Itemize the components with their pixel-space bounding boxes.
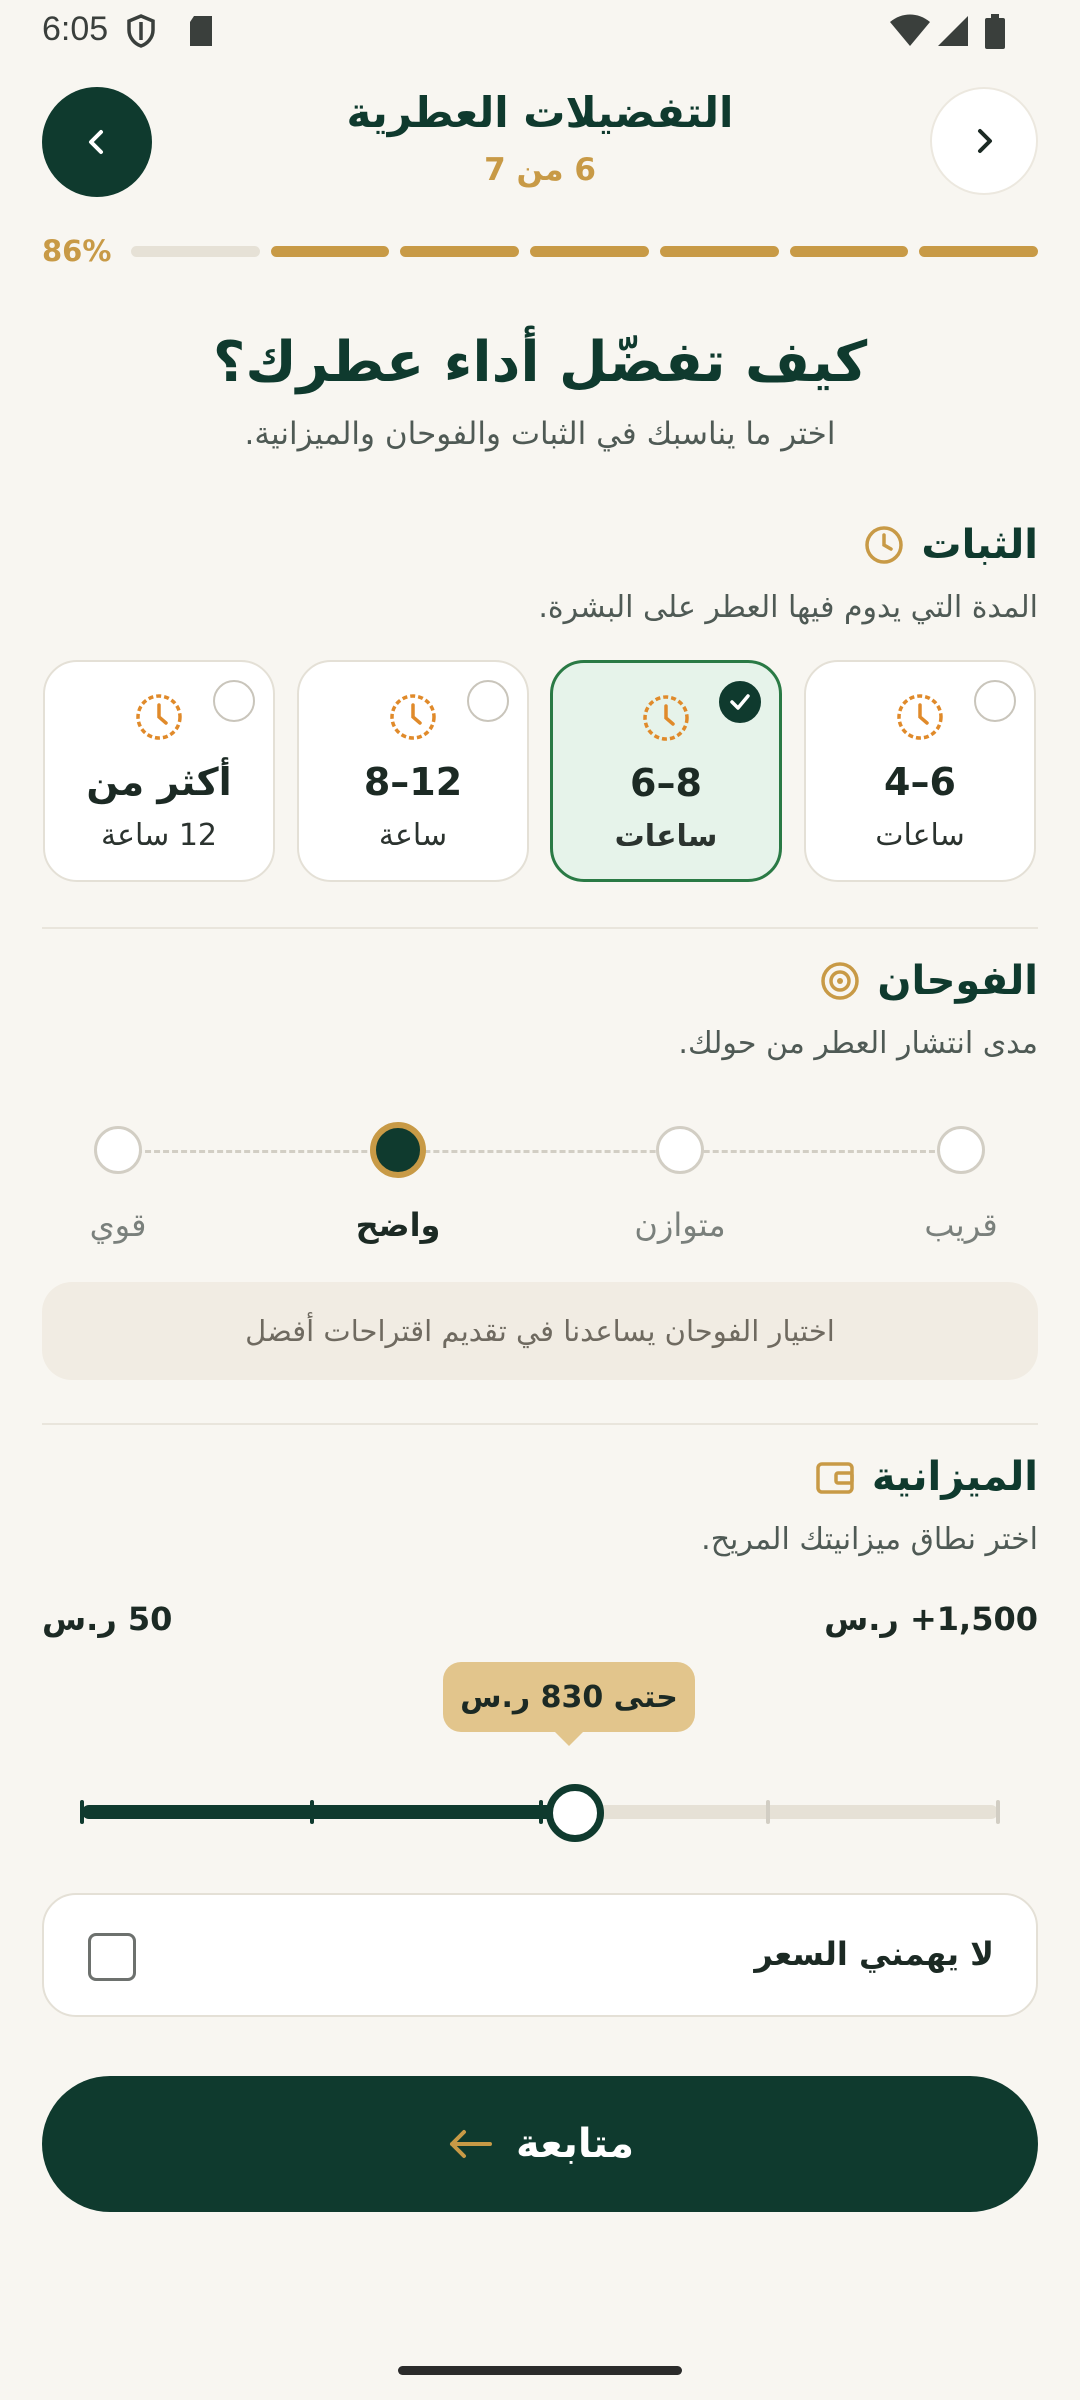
continue-button[interactable]: متابعة bbox=[42, 2076, 1038, 2212]
sillage-label-strong[interactable]: قوي bbox=[18, 1206, 218, 1244]
slider-tick bbox=[766, 1800, 770, 1824]
sillage-stop-noticeable[interactable] bbox=[370, 1122, 426, 1178]
longevity-option-value: 4–6 bbox=[884, 760, 956, 804]
signal-icon bbox=[938, 16, 968, 46]
longevity-option-unit: ساعة bbox=[378, 818, 448, 853]
longevity-option-value: 8–12 bbox=[363, 760, 463, 804]
clock-icon bbox=[390, 694, 436, 740]
back-button[interactable] bbox=[42, 87, 152, 197]
clock-icon bbox=[643, 695, 689, 741]
page-title: التفضيلات العطرية bbox=[346, 88, 734, 137]
radio-indicator bbox=[467, 680, 509, 722]
chevron-right-icon bbox=[978, 129, 992, 153]
battery-icon bbox=[985, 14, 1005, 49]
longevity-title: الثبات bbox=[921, 522, 1038, 568]
progress-segment bbox=[131, 246, 260, 257]
progress-segment bbox=[530, 246, 649, 257]
clock-icon bbox=[136, 694, 182, 740]
no-price-label: لا يهمني السعر bbox=[754, 1935, 994, 1973]
no-price-preference-option[interactable]: لا يهمني السعر bbox=[42, 1893, 1038, 2017]
budget-section-title: الميزانية bbox=[814, 1454, 1038, 1500]
sillage-stop-close[interactable] bbox=[937, 1126, 985, 1174]
clock-icon bbox=[865, 526, 904, 564]
sd-card-icon bbox=[190, 16, 212, 46]
radio-indicator bbox=[213, 680, 255, 722]
budget-value-tooltip: حتى 830 ر.س bbox=[443, 1662, 695, 1746]
continue-label: متابعة bbox=[516, 2121, 634, 2167]
status-bar: 6:05 bbox=[0, 0, 1080, 64]
budget-min-label: 50 ر.س bbox=[42, 1600, 173, 1638]
radio-indicator bbox=[974, 680, 1016, 722]
budget-max-label: 1,500+ ر.س bbox=[824, 1600, 1038, 1638]
progress-segment bbox=[919, 246, 1038, 257]
progress-segment bbox=[790, 246, 908, 257]
longevity-option-unit: ساعات bbox=[875, 818, 965, 853]
arrow-left-icon bbox=[450, 2130, 493, 2158]
longevity-option-value: أكثر من bbox=[86, 760, 232, 804]
question-title: كيف تفضّل أداء عطرك؟ bbox=[212, 330, 868, 395]
target-icon bbox=[821, 962, 860, 1000]
sillage-label-noticeable[interactable]: واضح bbox=[298, 1206, 498, 1244]
home-indicator bbox=[398, 2366, 682, 2375]
wallet-icon bbox=[816, 1462, 854, 1494]
longevity-option-unit: 12 ساعة bbox=[101, 818, 217, 853]
check-icon bbox=[730, 694, 750, 710]
sillage-title: الفوحان bbox=[877, 958, 1038, 1004]
clock-icon bbox=[897, 694, 943, 740]
section-divider bbox=[42, 1423, 1038, 1425]
sillage-label-close[interactable]: قريب bbox=[861, 1206, 1061, 1244]
budget-slider-thumb[interactable] bbox=[546, 1784, 604, 1842]
longevity-option-12-plus[interactable]: أكثر من 12 ساعة bbox=[43, 660, 275, 882]
longevity-option-8-12[interactable]: 8–12 ساعة bbox=[297, 660, 529, 882]
longevity-description: المدة التي يدوم فيها العطر على البشرة. bbox=[538, 590, 1038, 625]
step-indicator: 6 من 7 bbox=[484, 152, 596, 188]
longevity-option-value: 6–8 bbox=[630, 761, 702, 805]
longevity-option-6-8[interactable]: 6–8 ساعات bbox=[550, 660, 782, 882]
sillage-description: مدى انتشار العطر من حولك. bbox=[678, 1026, 1038, 1061]
sillage-stop-balanced[interactable] bbox=[656, 1126, 704, 1174]
budget-slider-fill bbox=[82, 1805, 576, 1819]
budget-description: اختر نطاق ميزانيتك المريح. bbox=[701, 1522, 1038, 1557]
section-divider bbox=[42, 927, 1038, 929]
forward-button[interactable] bbox=[930, 87, 1038, 195]
progress-percent: 86% bbox=[42, 234, 112, 268]
sillage-label-balanced[interactable]: متوازن bbox=[580, 1206, 780, 1244]
progress-segment bbox=[400, 246, 519, 257]
sillage-stop-strong[interactable] bbox=[94, 1126, 142, 1174]
slider-tick bbox=[310, 1800, 314, 1824]
longevity-option-4-6[interactable]: 4–6 ساعات bbox=[804, 660, 1036, 882]
shield-icon bbox=[127, 14, 155, 48]
slider-tick bbox=[539, 1800, 543, 1824]
sillage-section-title: الفوحان bbox=[819, 958, 1038, 1004]
longevity-section-title: الثبات bbox=[863, 522, 1038, 568]
sillage-track bbox=[118, 1150, 962, 1153]
slider-tick bbox=[996, 1800, 1000, 1824]
longevity-option-unit: ساعات bbox=[614, 819, 718, 854]
no-price-checkbox[interactable] bbox=[88, 1933, 136, 1981]
status-time: 6:05 bbox=[42, 10, 109, 48]
slider-tick bbox=[80, 1800, 84, 1824]
progress-segment bbox=[271, 246, 389, 257]
question-subtitle: اختر ما يناسبك في الثبات والفوحان والميز… bbox=[244, 416, 836, 452]
budget-title: الميزانية bbox=[871, 1454, 1038, 1500]
progress-segment bbox=[660, 246, 779, 257]
wifi-icon bbox=[890, 14, 930, 46]
radio-indicator-checked bbox=[719, 681, 761, 723]
chevron-left-icon bbox=[89, 130, 103, 154]
sillage-hint: اختيار الفوحان يساعدنا في تقديم اقتراحات… bbox=[42, 1282, 1038, 1380]
